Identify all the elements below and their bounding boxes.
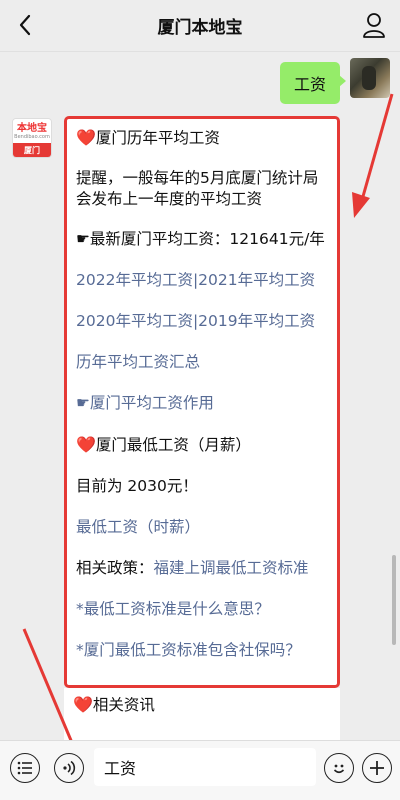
bot-logo-text: 本地宝 xyxy=(17,122,47,134)
wage-usage-link[interactable]: ☛厦门平均工资作用 xyxy=(76,393,329,414)
heart-icon: ❤️ xyxy=(76,435,96,454)
outgoing-message: 工资 xyxy=(279,58,390,104)
related-news-card: ❤️相关资讯 xyxy=(64,688,340,748)
wage-links-row-2[interactable]: 2020年平均工资|2019年平均工资 xyxy=(76,311,329,332)
user-avatar[interactable] xyxy=(350,58,390,98)
latest-average-wage: ☛最新厦门平均工资：121641元/年 xyxy=(76,230,325,248)
wage-links-row-1[interactable]: 2022年平均工资|2021年平均工资 xyxy=(76,270,329,291)
reminder-text: 提醒，一般每年的5月底厦门统计局会发布上一年度的平均工资 xyxy=(76,169,319,208)
current-min-wage: 目前为 2030元！ xyxy=(76,477,198,495)
bot-logo-sub: Bendibao.com xyxy=(14,133,50,140)
plus-icon xyxy=(370,761,384,775)
input-bar xyxy=(0,740,400,800)
history-summary-link[interactable]: 历年平均工资汇总 xyxy=(76,352,329,373)
chat-header: 厦门本地宝 xyxy=(0,0,400,52)
hourly-min-wage-link[interactable]: 最低工资（时薪） xyxy=(76,517,329,538)
incoming-message-card: ❤️厦门历年平均工资 提醒，一般每年的5月底厦门统计局会发布上一年度的平均工资 … xyxy=(64,116,340,688)
heart-icon: ❤️ xyxy=(76,128,96,147)
back-button[interactable] xyxy=(12,12,38,38)
policy-label: 相关政策： xyxy=(76,559,154,577)
annotation-arrow-top xyxy=(352,93,394,218)
scrollbar[interactable] xyxy=(392,555,396,645)
message-input[interactable] xyxy=(94,748,316,786)
card-title: ❤️厦门历年平均工资 xyxy=(76,127,329,149)
policy-line: 相关政策：福建上调最低工资标准 xyxy=(76,558,329,579)
bot-city-label: 厦门 xyxy=(13,143,51,157)
related-news-title: ❤️相关资讯 xyxy=(73,694,331,716)
card-title-text: 厦门历年平均工资 xyxy=(95,129,220,147)
min-wage-title-text: 厦门最低工资（月薪） xyxy=(95,436,251,454)
outgoing-bubble[interactable]: 工资 xyxy=(279,62,347,104)
related-news-title-text: 相关资讯 xyxy=(92,696,155,714)
min-wage-title: ❤️厦门最低工资（月薪） xyxy=(76,434,329,456)
menu-list-icon xyxy=(17,761,32,775)
voice-icon xyxy=(63,760,76,776)
bot-avatar[interactable]: 本地宝 Bendibao.com 厦门 xyxy=(12,118,52,158)
voice-button[interactable] xyxy=(54,753,84,783)
faq-link-1[interactable]: *最低工资标准是什么意思？ xyxy=(76,599,329,620)
back-chevron-icon xyxy=(19,14,31,36)
emoji-icon xyxy=(333,764,345,774)
person-icon xyxy=(363,13,385,38)
faq-link-2[interactable]: *厦门最低工资标准包含社保吗？ xyxy=(76,640,329,661)
add-button[interactable] xyxy=(362,753,392,783)
heart-icon: ❤️ xyxy=(73,695,93,714)
profile-button[interactable] xyxy=(362,12,386,38)
menu-button[interactable] xyxy=(10,753,40,783)
chat-title: 厦门本地宝 xyxy=(157,18,243,38)
emoji-button[interactable] xyxy=(324,753,354,783)
policy-link[interactable]: 福建上调最低工资标准 xyxy=(154,559,309,577)
